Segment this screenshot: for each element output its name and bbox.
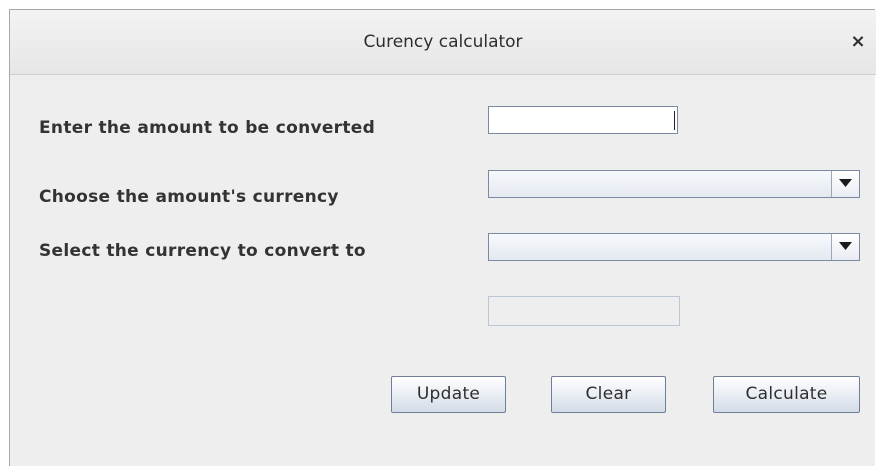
title-bar: Curency calculator × bbox=[10, 10, 876, 75]
to-currency-select[interactable] bbox=[488, 233, 860, 261]
window-title: Curency calculator bbox=[363, 32, 523, 52]
currency-calculator-window: Curency calculator × Enter the amount to… bbox=[9, 9, 876, 466]
calculate-button[interactable]: Calculate bbox=[713, 376, 860, 413]
close-icon[interactable]: × bbox=[848, 32, 868, 52]
text-caret bbox=[674, 111, 675, 130]
update-button[interactable]: Update bbox=[391, 376, 506, 413]
from-currency-dropdown-button[interactable] bbox=[831, 171, 859, 197]
amount-label: Enter the amount to be converted bbox=[39, 118, 376, 138]
result-field bbox=[488, 296, 680, 326]
to-currency-label: Select the currency to convert to bbox=[39, 241, 366, 261]
triangle-down-icon bbox=[839, 242, 852, 250]
from-currency-select[interactable] bbox=[488, 170, 860, 198]
triangle-down-icon bbox=[839, 179, 852, 187]
clear-button[interactable]: Clear bbox=[551, 376, 666, 413]
from-currency-label: Choose the amount's currency bbox=[39, 187, 339, 207]
to-currency-dropdown-button[interactable] bbox=[831, 234, 859, 260]
amount-input[interactable] bbox=[488, 106, 678, 134]
